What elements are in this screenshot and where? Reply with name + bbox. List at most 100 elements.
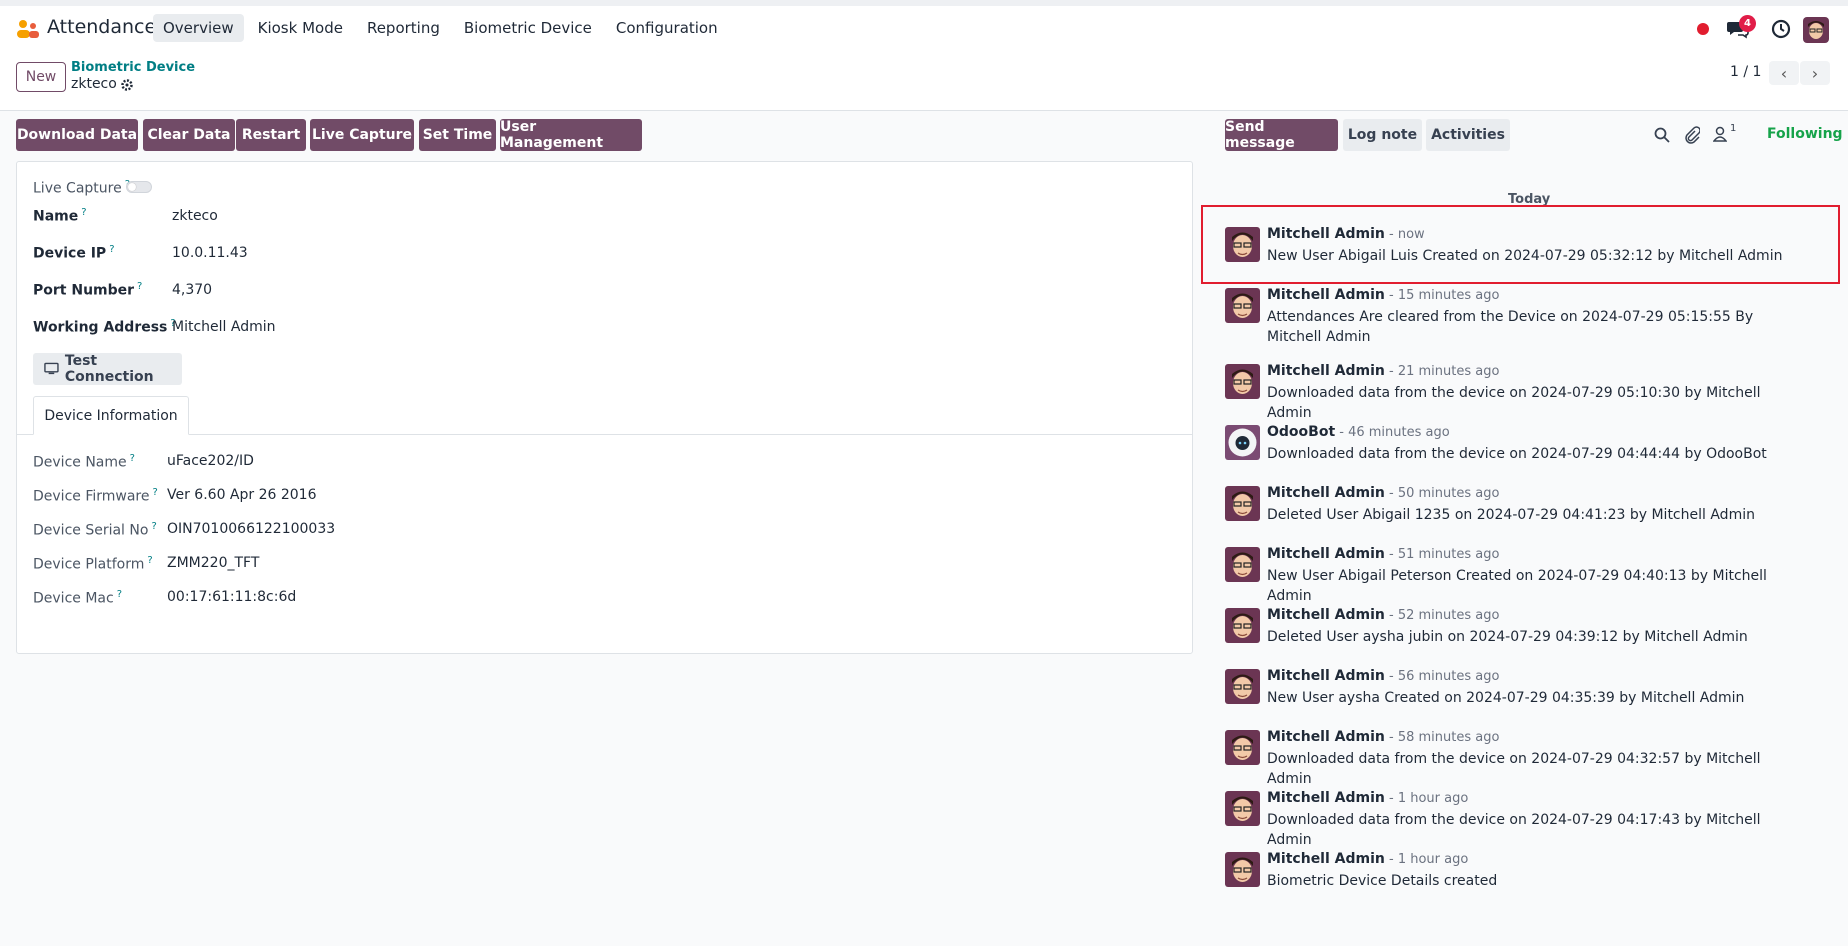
message-body: Attendances Are cleared from the Device …: [1267, 309, 1754, 345]
message-author[interactable]: Mitchell Admin: [1267, 226, 1385, 242]
working-address-label: Working Address?: [33, 318, 176, 336]
message-author[interactable]: Mitchell Admin: [1267, 485, 1385, 501]
paperclip-icon[interactable]: [1684, 126, 1700, 144]
menu-reporting[interactable]: Reporting: [357, 14, 450, 42]
author-avatar[interactable]: [1225, 791, 1260, 826]
message-body: Deleted User aysha jubin on 2024-07-29 0…: [1267, 629, 1748, 645]
device-ip-field[interactable]: 10.0.11.43: [172, 245, 248, 261]
user-management-button[interactable]: User Management: [500, 119, 642, 151]
user-avatar[interactable]: [1803, 17, 1829, 43]
message-header: Mitchell Admin - 56 minutes ago: [1267, 668, 1499, 684]
live-capture-toggle[interactable]: [126, 181, 152, 193]
message-author[interactable]: Mitchell Admin: [1267, 729, 1385, 745]
message-header: Mitchell Admin - 21 minutes ago: [1267, 363, 1499, 379]
device-ip-label: Device IP?: [33, 244, 115, 262]
author-avatar[interactable]: [1225, 486, 1260, 521]
attendances-app-icon[interactable]: [16, 19, 40, 39]
live-capture-button[interactable]: Live Capture: [310, 119, 414, 151]
clear-data-button[interactable]: Clear Data: [143, 119, 235, 151]
monitor-icon: [44, 362, 59, 375]
search-icon[interactable]: [1654, 127, 1670, 143]
author-avatar[interactable]: [1225, 227, 1260, 262]
download-data-button[interactable]: Download Data: [16, 119, 138, 151]
author-avatar[interactable]: [1225, 852, 1260, 887]
chevron-right-icon: ›: [1811, 63, 1819, 83]
device-name-label: Device Name?: [33, 453, 135, 471]
message-body: Downloaded data from the device on 2024-…: [1267, 446, 1767, 462]
live-capture-label: Live Capture?: [33, 179, 130, 197]
activities-button[interactable]: Activities: [1426, 119, 1510, 151]
recording-indicator-icon[interactable]: [1697, 23, 1709, 35]
message-header: Mitchell Admin - 58 minutes ago: [1267, 729, 1499, 745]
message-author[interactable]: Mitchell Admin: [1267, 851, 1385, 867]
message-body: Downloaded data from the device on 2024-…: [1267, 751, 1761, 787]
message-header: Mitchell Admin - now: [1267, 226, 1425, 242]
highlight-box: [1201, 205, 1840, 284]
tab-device-information[interactable]: Device Information: [33, 396, 189, 435]
activity-clock-icon[interactable]: [1771, 19, 1791, 39]
author-avatar[interactable]: [1225, 608, 1260, 643]
message-author[interactable]: Mitchell Admin: [1267, 363, 1385, 379]
pager-previous-button[interactable]: ‹: [1769, 61, 1799, 85]
message-time: - 21 minutes ago: [1384, 364, 1500, 379]
message-author[interactable]: Mitchell Admin: [1267, 607, 1385, 623]
message-time: - 51 minutes ago: [1384, 547, 1500, 562]
message-body: Deleted User Abigail 1235 on 2024-07-29 …: [1267, 507, 1755, 523]
name-field[interactable]: zkteco: [172, 208, 218, 224]
author-avatar[interactable]: [1225, 730, 1260, 765]
message-header: Mitchell Admin - 50 minutes ago: [1267, 485, 1499, 501]
pager-value[interactable]: 1 / 1: [1730, 64, 1761, 80]
send-message-button[interactable]: Send message: [1225, 119, 1338, 151]
following-button[interactable]: Following: [1767, 126, 1843, 142]
message-header: Mitchell Admin - 15 minutes ago: [1267, 287, 1499, 303]
message-time: - 56 minutes ago: [1384, 669, 1500, 684]
port-number-label: Port Number?: [33, 281, 143, 299]
device-firmware-value: Ver 6.60 Apr 26 2016: [167, 487, 317, 503]
menu-kiosk-mode[interactable]: Kiosk Mode: [248, 14, 353, 42]
app-name[interactable]: Attendances: [47, 16, 166, 38]
message-time: - 50 minutes ago: [1384, 486, 1500, 501]
message-header: Mitchell Admin - 51 minutes ago: [1267, 546, 1499, 562]
author-avatar[interactable]: [1225, 547, 1260, 582]
tab-divider: [16, 434, 1193, 435]
device-firmware-label: Device Firmware?: [33, 487, 158, 505]
message-body: Biometric Device Details created: [1267, 873, 1498, 889]
device-name-value: uFace202/ID: [167, 453, 254, 469]
author-avatar[interactable]: [1225, 364, 1260, 399]
author-avatar[interactable]: [1225, 288, 1260, 323]
test-connection-button[interactable]: Test Connection: [33, 353, 182, 385]
message-time: - 58 minutes ago: [1384, 730, 1500, 745]
author-avatar[interactable]: [1225, 669, 1260, 704]
message-author[interactable]: Mitchell Admin: [1267, 287, 1385, 303]
message-body: New User Abigail Peterson Created on 202…: [1267, 568, 1767, 604]
message-author[interactable]: Mitchell Admin: [1267, 790, 1385, 806]
message-time: - 15 minutes ago: [1384, 288, 1500, 303]
message-body: New User Abigail Luis Created on 2024-07…: [1267, 248, 1783, 264]
main-menu: Overview Kiosk Mode Reporting Biometric …: [153, 14, 728, 42]
log-note-button[interactable]: Log note: [1343, 119, 1422, 151]
message-time: - 1 hour ago: [1384, 852, 1469, 867]
menu-biometric-device[interactable]: Biometric Device: [454, 14, 602, 42]
follower-user-icon: [1713, 126, 1727, 142]
set-time-button[interactable]: Set Time: [419, 119, 496, 151]
name-label: Name?: [33, 207, 87, 225]
message-author[interactable]: OdooBot: [1267, 424, 1335, 440]
message-author[interactable]: Mitchell Admin: [1267, 546, 1385, 562]
working-address-field[interactable]: Mitchell Admin: [172, 319, 276, 335]
menu-configuration[interactable]: Configuration: [606, 14, 728, 42]
pager-next-button[interactable]: ›: [1800, 61, 1830, 85]
gear-icon[interactable]: [120, 78, 134, 92]
menu-overview[interactable]: Overview: [153, 14, 244, 42]
followers-button[interactable]: 1: [1713, 123, 1736, 142]
message-header: Mitchell Admin - 52 minutes ago: [1267, 607, 1499, 623]
odoobot-avatar[interactable]: [1225, 425, 1260, 460]
restart-button[interactable]: Restart: [236, 119, 306, 151]
device-platform-value: ZMM220_TFT: [167, 555, 260, 571]
test-connection-label: Test Connection: [64, 353, 154, 385]
breadcrumb-biometric-device[interactable]: Biometric Device: [71, 60, 195, 75]
new-button[interactable]: New: [16, 62, 66, 92]
message-body: Downloaded data from the device on 2024-…: [1267, 812, 1761, 848]
message-author[interactable]: Mitchell Admin: [1267, 668, 1385, 684]
message-header: Mitchell Admin - 1 hour ago: [1267, 790, 1468, 806]
port-number-field[interactable]: 4,370: [172, 282, 212, 298]
